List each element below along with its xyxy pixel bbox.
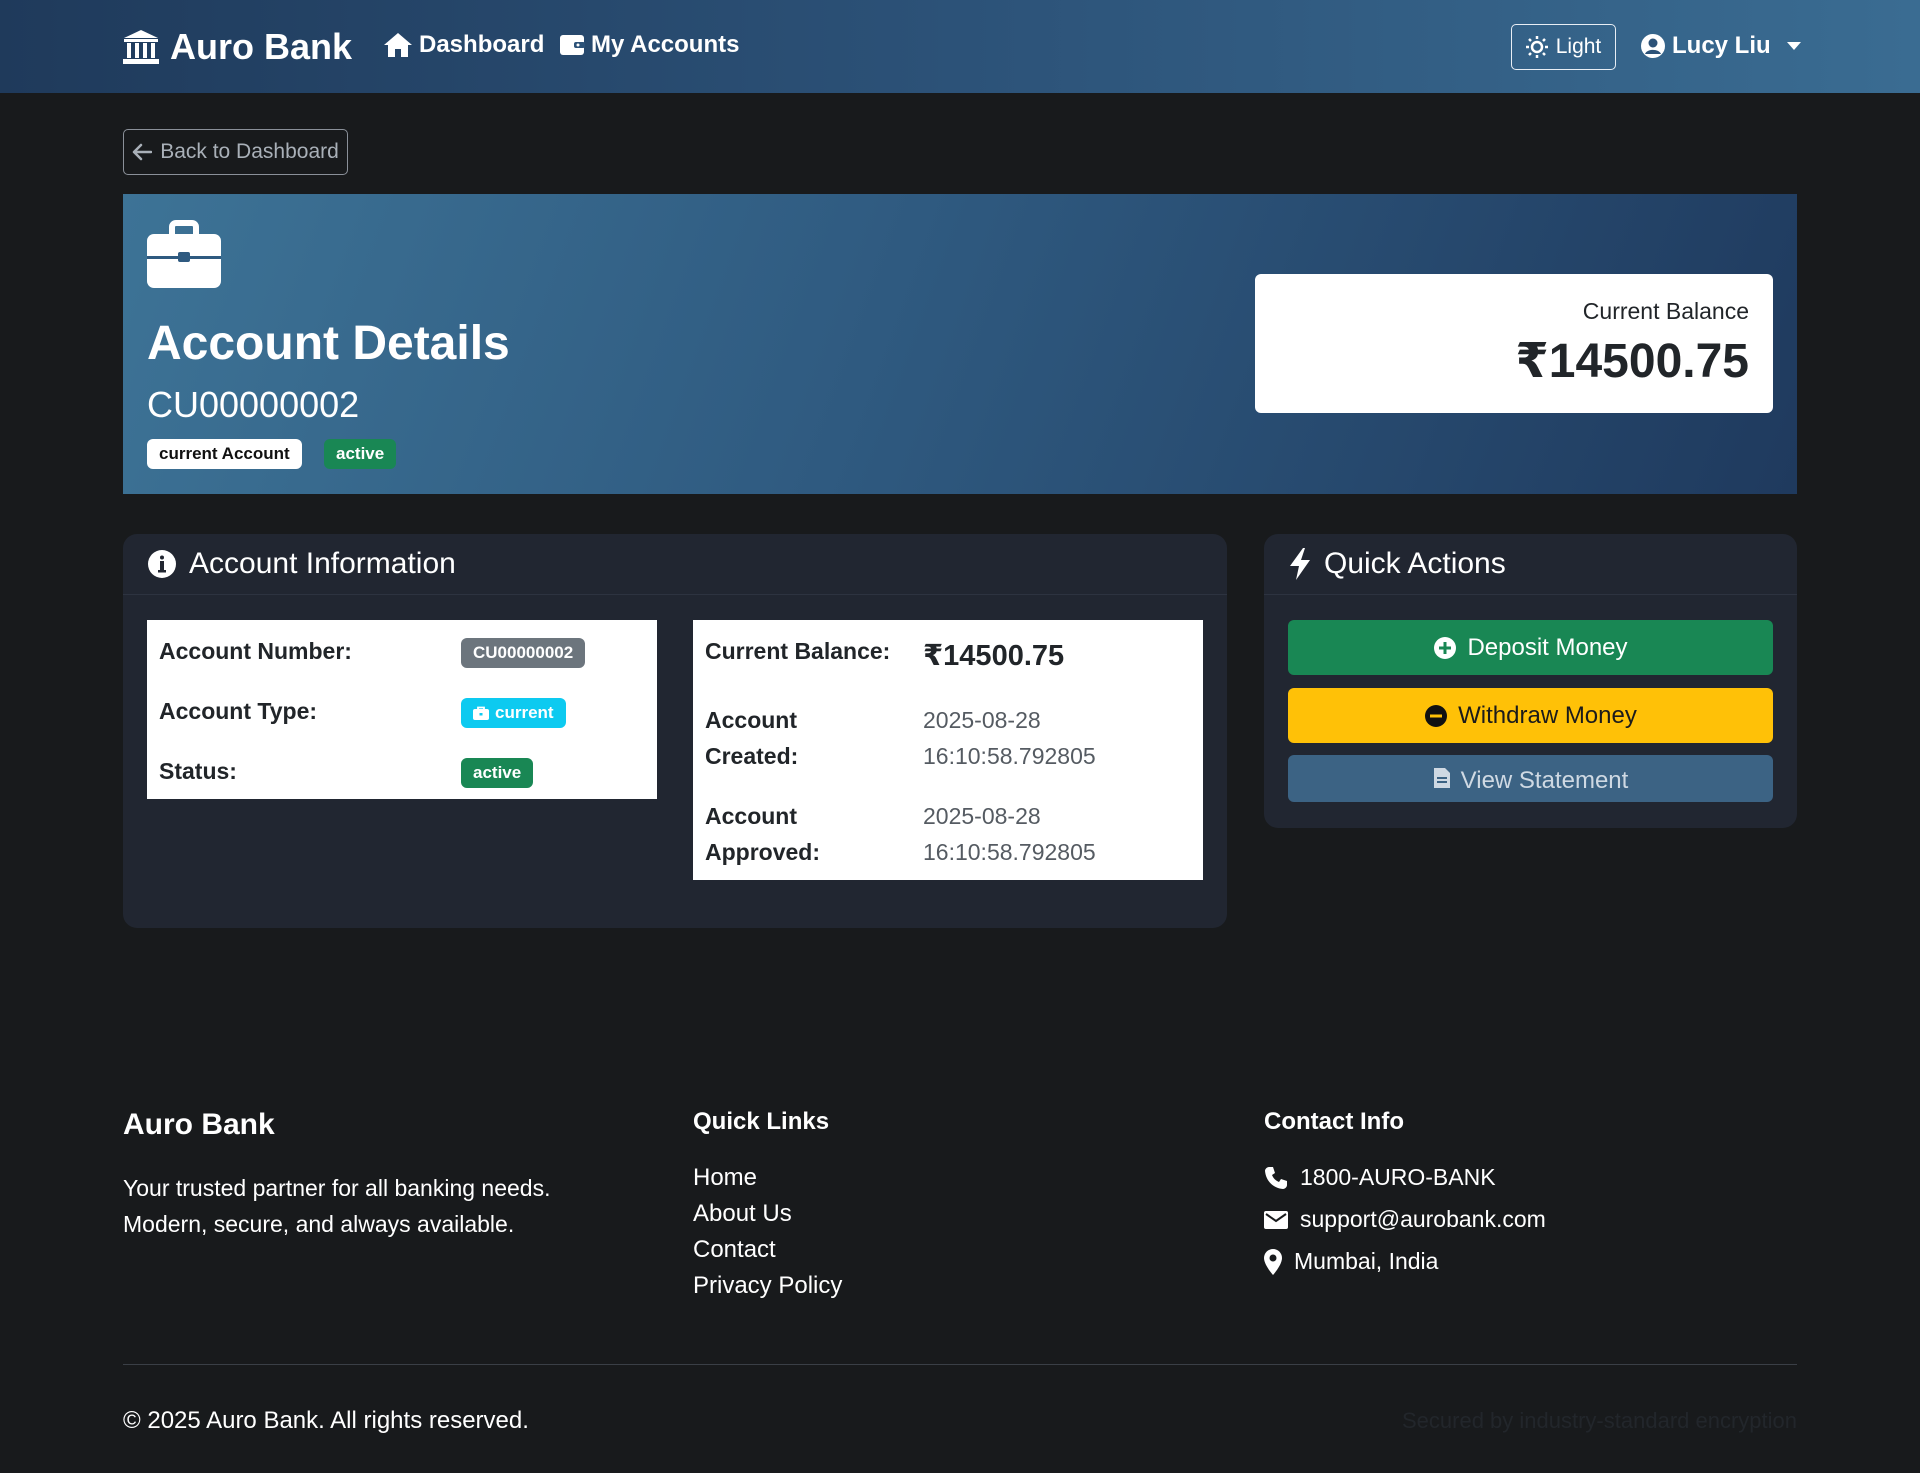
account-hero-banner: Account Details CU00000002 current Accou… [123,194,1797,494]
security-note: Secured by industry-standard encryption [1402,1408,1797,1433]
account-created-value: 2025-08-28 16:10:58.792805 [923,702,1096,774]
view-statement-button[interactable]: View Statement [1288,755,1773,802]
copyright-text: © 2025 Auro Bank. All rights reserved. [123,1407,529,1434]
user-menu-dropdown[interactable]: Lucy Liu [1640,32,1801,60]
footer-link-privacy[interactable]: Privacy Policy [693,1272,842,1300]
status-badge: active [324,439,397,469]
withdraw-money-label: Withdraw Money [1458,701,1637,729]
quick-links-title: Quick Links [693,1108,830,1135]
account-details-table: Account Number: CU00000002 Account Type:… [147,620,657,799]
status-label: Status: [159,758,237,784]
account-approved-label: Account Approved: [705,798,820,870]
footer-tagline: Your trusted partner for all banking nee… [123,1170,550,1242]
current-balance-card: Current Balance ₹14500.75 [1255,274,1773,413]
account-approved-time: 16:10:58.792805 [923,839,1096,865]
nav-dashboard[interactable]: Dashboard [383,31,544,59]
user-name: Lucy Liu [1672,32,1771,59]
home-icon [384,33,412,57]
withdraw-money-button[interactable]: Withdraw Money [1288,688,1773,743]
account-information-header: Account Information [123,534,1227,595]
account-information-card: Account Information Account Number: CU00… [123,534,1227,928]
sun-icon [1525,36,1548,58]
footer-tagline-line1: Your trusted partner for all banking nee… [123,1175,551,1201]
balance-value: ₹14500.75 [1515,335,1749,388]
status-pill: active [461,758,534,788]
document-icon [1433,768,1450,788]
account-type-pill: current [461,698,566,728]
briefcase-icon [147,220,221,288]
back-to-dashboard-label: Back to Dashboard [160,140,339,163]
theme-toggle-button[interactable]: Light [1511,24,1616,70]
quick-actions-header: Quick Actions [1264,534,1797,595]
quick-actions-card: Quick Actions Deposit Money Withdraw Mon… [1264,534,1797,828]
user-circle-icon [1641,34,1665,58]
footer-link-contact[interactable]: Contact [693,1236,776,1264]
account-approved-label-line1: Account [705,803,797,829]
account-created-time: 16:10:58.792805 [923,743,1096,769]
map-pin-icon [1264,1248,1282,1275]
nav-dashboard-label: Dashboard [419,31,545,58]
plus-circle-icon [1434,636,1457,659]
chevron-down-icon [1786,42,1801,50]
contact-phone-value: 1800-AURO-BANK [1300,1164,1496,1190]
brand-name: Auro Bank [170,26,353,67]
account-number-label: Account Number: [159,638,352,664]
contact-info-title: Contact Info [1264,1108,1404,1135]
account-created-date: 2025-08-28 [923,707,1041,733]
envelope-icon [1264,1210,1288,1229]
hero-account-number: CU00000002 [147,384,360,425]
footer-link-about[interactable]: About Us [693,1200,792,1228]
brand-link[interactable]: Auro Bank [122,26,352,68]
balance-label: Current Balance [1582,298,1749,324]
footer-link-home[interactable]: Home [693,1164,757,1192]
footer-tagline-line2: Modern, secure, and always available. [123,1211,515,1237]
contact-phone: 1800-AURO-BANK [1264,1164,1496,1191]
current-balance-value: ₹14500.75 [923,640,1065,672]
account-created-label-line1: Account [705,707,797,733]
view-statement-label: View Statement [1460,767,1629,794]
account-number-value: CU00000002 [473,643,574,662]
contact-location-value: Mumbai, India [1294,1248,1439,1274]
account-created-label-line2: Created: [705,743,799,769]
contact-email: support@aurobank.com [1264,1206,1546,1233]
account-number-badge: CU00000002 [461,638,586,668]
account-approved-date: 2025-08-28 [923,803,1041,829]
account-dates-table: Current Balance: ₹14500.75 Account Creat… [693,620,1203,880]
nav-my-accounts-label: My Accounts [591,31,740,58]
quick-actions-title: Quick Actions [1324,547,1506,580]
status-value: active [473,763,522,782]
wallet-icon [560,35,585,55]
back-to-dashboard-button[interactable]: Back to Dashboard [123,129,348,175]
account-type-badge: current Account [147,439,302,469]
account-approved-value: 2025-08-28 16:10:58.792805 [923,798,1096,870]
bank-icon [123,30,159,64]
nav-my-accounts[interactable]: My Accounts [559,31,739,59]
account-information-title: Account Information [189,547,456,580]
current-balance-label: Current Balance: [705,638,891,664]
account-approved-label-line2: Approved: [705,839,820,865]
contact-email-value: support@aurobank.com [1300,1206,1546,1232]
deposit-money-label: Deposit Money [1467,633,1628,661]
minus-circle-icon [1425,704,1448,727]
account-created-label: Account Created: [705,702,798,774]
bolt-icon [1290,548,1310,580]
arrow-left-icon [132,143,153,161]
theme-toggle-label: Light [1555,35,1602,58]
phone-icon [1265,1166,1287,1189]
account-type-label: Account Type: [159,698,318,724]
page-title: Account Details [147,317,510,370]
navbar: Auro Bank Dashboard My Accounts Light Lu… [0,0,1920,93]
contact-location: Mumbai, India [1264,1248,1438,1275]
footer-divider [123,1364,1797,1365]
info-circle-icon [148,550,176,578]
account-type-value: current [495,703,554,722]
deposit-money-button[interactable]: Deposit Money [1288,620,1773,675]
footer-brand: Auro Bank [123,1108,275,1141]
briefcase-icon [473,706,489,720]
